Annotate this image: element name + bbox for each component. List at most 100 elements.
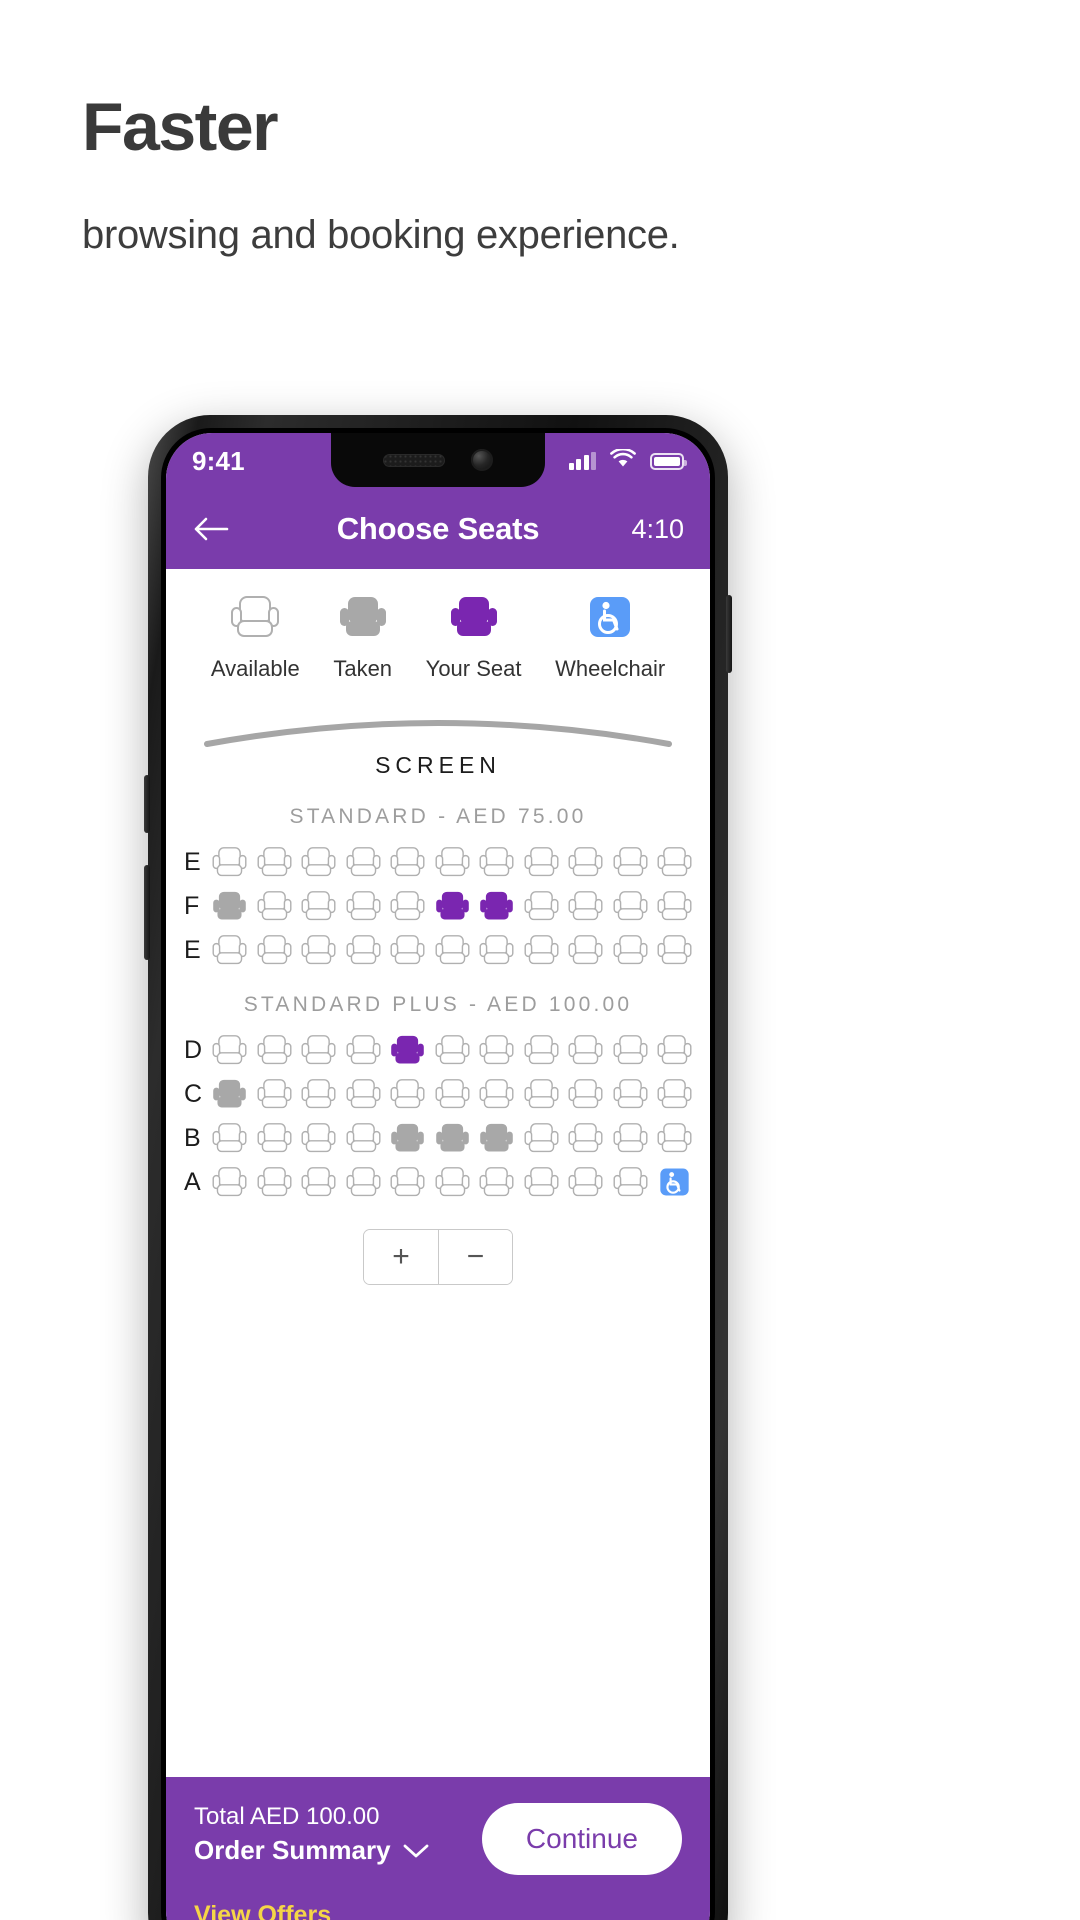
seat-available[interactable] — [655, 1033, 694, 1067]
row-seats[interactable] — [210, 1121, 694, 1155]
seat-available[interactable] — [611, 845, 650, 879]
seat-taken — [433, 1121, 472, 1155]
seat-available[interactable] — [210, 845, 249, 879]
seat-selected[interactable] — [477, 889, 516, 923]
power-button[interactable] — [726, 595, 732, 673]
seat-available[interactable] — [566, 933, 605, 967]
seat-available[interactable] — [299, 1165, 338, 1199]
seat-selected[interactable] — [433, 889, 472, 923]
seat-available[interactable] — [299, 1033, 338, 1067]
page-root: Faster browsing and booking experience. … — [0, 0, 1080, 1920]
seat-available[interactable] — [433, 933, 472, 967]
seat-available[interactable] — [522, 889, 561, 923]
seat-available[interactable] — [611, 1165, 650, 1199]
volume-up-button[interactable] — [144, 775, 150, 833]
seat-available[interactable] — [388, 845, 427, 879]
seat-available[interactable] — [522, 1121, 561, 1155]
volume-down-button[interactable] — [144, 865, 150, 960]
seat-available[interactable] — [299, 1121, 338, 1155]
seat-available[interactable] — [611, 1033, 650, 1067]
seat-available[interactable] — [255, 889, 294, 923]
seat-available[interactable] — [344, 1077, 383, 1111]
seat-available[interactable] — [433, 1033, 472, 1067]
row-seats[interactable] — [210, 1165, 694, 1199]
seat-available[interactable] — [344, 1033, 383, 1067]
row-letter: C — [184, 1079, 203, 1108]
phone-notch — [331, 433, 545, 487]
row-seats[interactable] — [210, 933, 694, 967]
seat-available[interactable] — [210, 1033, 249, 1067]
seat-available[interactable] — [655, 933, 694, 967]
section-standard: STANDARD - AED 75.00 E F E — [166, 805, 710, 967]
seat-available[interactable] — [255, 1165, 294, 1199]
seat-available[interactable] — [344, 845, 383, 879]
zoom-in-button[interactable]: + — [364, 1230, 438, 1284]
seat-available[interactable] — [299, 889, 338, 923]
zoom-out-button[interactable]: − — [438, 1230, 512, 1284]
seat-available[interactable] — [344, 1165, 383, 1199]
seat-available[interactable] — [210, 1165, 249, 1199]
seat-available[interactable] — [655, 889, 694, 923]
seat-available[interactable] — [299, 1077, 338, 1111]
seat-available[interactable] — [566, 1165, 605, 1199]
row-seats[interactable] — [210, 1077, 694, 1111]
seat-available[interactable] — [566, 1077, 605, 1111]
seat-available[interactable] — [477, 845, 516, 879]
seat-available[interactable] — [477, 933, 516, 967]
legend-label: Taken — [333, 656, 393, 681]
seat-available[interactable] — [522, 1077, 561, 1111]
seat-available[interactable] — [477, 1165, 516, 1199]
seat-available[interactable] — [611, 1121, 650, 1155]
view-offers-link[interactable]: View Offers — [194, 1901, 331, 1920]
seat-available[interactable] — [255, 1121, 294, 1155]
seat-available[interactable] — [299, 845, 338, 879]
seat-available[interactable] — [522, 1165, 561, 1199]
wifi-icon — [610, 447, 636, 473]
seat-available[interactable] — [611, 1077, 650, 1111]
seat-available[interactable] — [388, 933, 427, 967]
seat-available[interactable] — [566, 845, 605, 879]
seat-available[interactable] — [655, 1121, 694, 1155]
seat-available[interactable] — [566, 889, 605, 923]
continue-button[interactable]: Continue — [481, 1803, 682, 1875]
seat-available[interactable] — [655, 1077, 694, 1111]
seat-available-icon — [229, 593, 281, 646]
seat-available[interactable] — [611, 933, 650, 967]
seat-available[interactable] — [388, 889, 427, 923]
seat-available[interactable] — [255, 1033, 294, 1067]
row-letter: F — [184, 891, 200, 920]
seat-available[interactable] — [433, 1077, 472, 1111]
seat-available[interactable] — [477, 1033, 516, 1067]
seat-available[interactable] — [655, 845, 694, 879]
seat-available[interactable] — [388, 1077, 427, 1111]
seat-available[interactable] — [255, 933, 294, 967]
seat-selected[interactable] — [388, 1033, 427, 1067]
row-seats[interactable] — [210, 1033, 694, 1067]
seat-available[interactable] — [522, 845, 561, 879]
seat-available[interactable] — [299, 933, 338, 967]
seat-available[interactable] — [255, 845, 294, 879]
order-summary-toggle[interactable]: Order Summary — [194, 1835, 429, 1866]
seat-available[interactable] — [344, 933, 383, 967]
seat-available[interactable] — [344, 889, 383, 923]
seat-available[interactable] — [566, 1033, 605, 1067]
seat-available[interactable] — [433, 1165, 472, 1199]
seat-available[interactable] — [522, 1033, 561, 1067]
seat-available[interactable] — [210, 1121, 249, 1155]
seat-available[interactable] — [477, 1077, 516, 1111]
page-title: Faster — [82, 89, 279, 165]
row-seats[interactable] — [210, 889, 694, 923]
seat-available[interactable] — [611, 889, 650, 923]
earpiece-speaker-icon — [383, 453, 445, 467]
seat-available[interactable] — [210, 933, 249, 967]
row-seats[interactable] — [210, 845, 694, 879]
seat-available[interactable] — [388, 1165, 427, 1199]
seat-available[interactable] — [522, 933, 561, 967]
back-arrow-icon[interactable] — [192, 510, 230, 548]
seat-available[interactable] — [255, 1077, 294, 1111]
seat-available[interactable] — [433, 845, 472, 879]
seat-wheelchair[interactable] — [655, 1165, 694, 1199]
seat-available[interactable] — [344, 1121, 383, 1155]
seat-available[interactable] — [566, 1121, 605, 1155]
seating-sections: STANDARD - AED 75.00 E F E STANDARD PLUS… — [166, 805, 710, 1199]
